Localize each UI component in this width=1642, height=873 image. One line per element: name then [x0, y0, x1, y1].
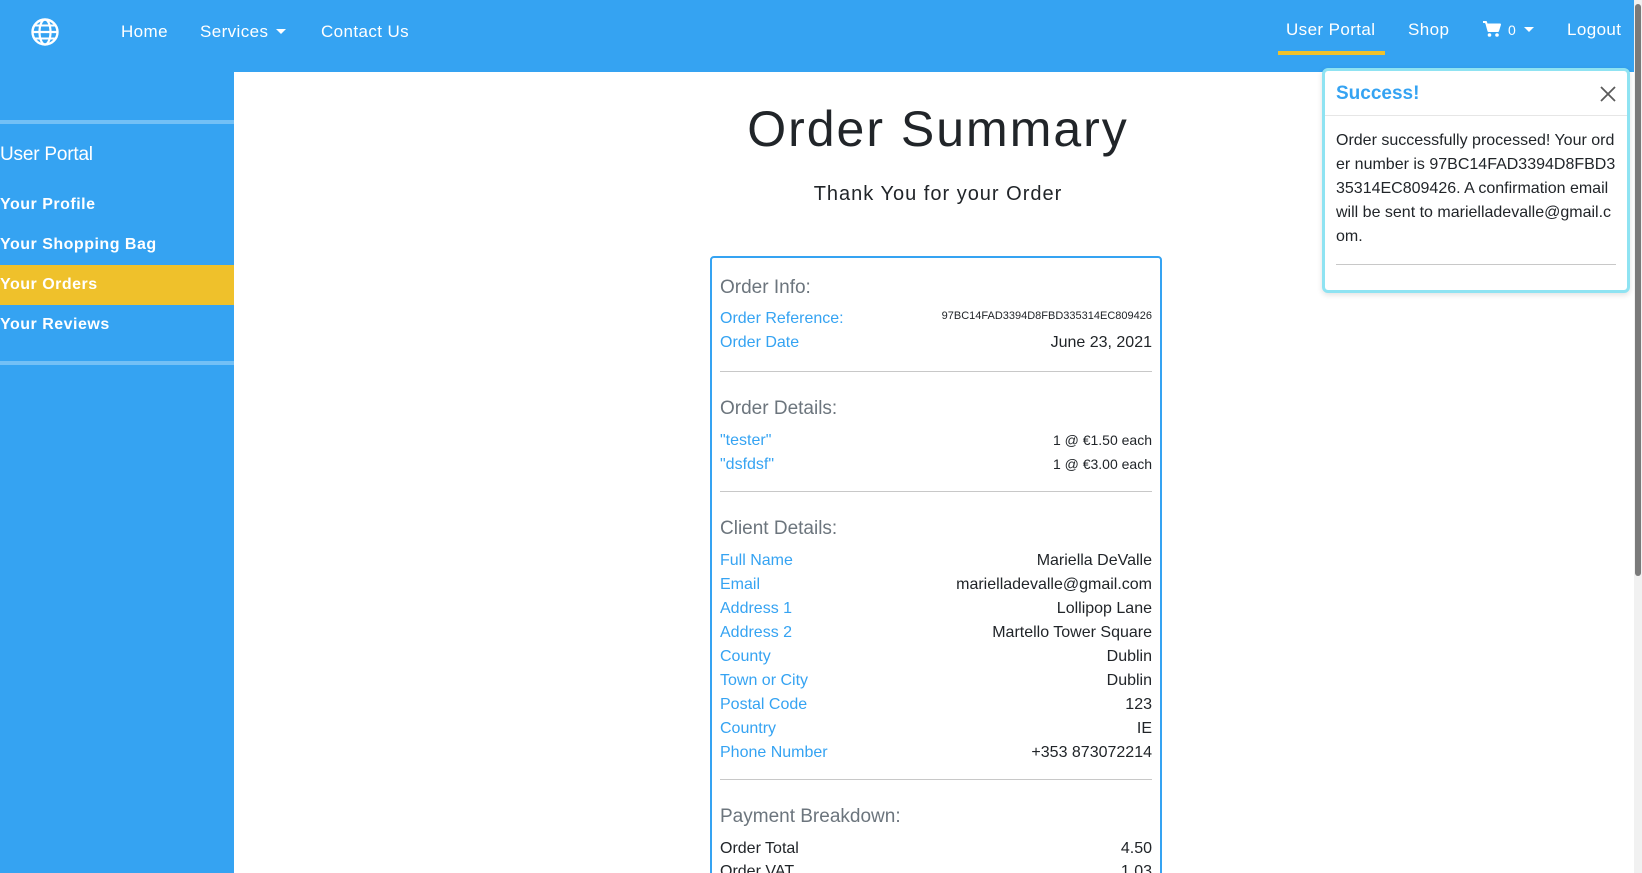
- nav-services-dropdown[interactable]: Services: [200, 22, 287, 42]
- client-postal-code-value: 123: [1125, 696, 1152, 713]
- nav-home-link[interactable]: Home: [121, 22, 168, 42]
- page-scrollbar[interactable]: [1634, 0, 1642, 873]
- toast-divider: [1336, 264, 1616, 265]
- client-details-heading: Client Details:: [720, 518, 838, 539]
- sidebar-divider: [0, 361, 234, 365]
- client-town-value: Dublin: [1106, 672, 1152, 689]
- cart-icon: [1483, 21, 1501, 37]
- top-navbar: Home Services Contact Us User Portal Sho…: [0, 0, 1642, 72]
- sidebar-item-orders[interactable]: Your Orders: [0, 265, 234, 305]
- close-icon[interactable]: [1597, 83, 1619, 105]
- sidebar-item-shopping-bag[interactable]: Your Shopping Bag: [0, 225, 234, 265]
- client-postal-code-label: Postal Code: [720, 696, 808, 713]
- sidebar-title: User Portal: [0, 144, 93, 165]
- payment-breakdown-heading: Payment Breakdown:: [720, 806, 901, 827]
- order-reference-value: 97BC14FAD3394D8FBD335314EC809426: [941, 310, 1152, 322]
- client-county-value: Dublin: [1106, 648, 1152, 665]
- nav-active-indicator: [1278, 51, 1385, 55]
- sidebar-divider: [0, 120, 234, 124]
- chevron-down-icon: [276, 29, 287, 34]
- client-country-label: Country: [720, 720, 777, 737]
- order-item-name[interactable]: "tester": [720, 432, 771, 450]
- order-vat-label: Order VAT: [720, 863, 795, 873]
- order-item-quantity: 1 @ €3.00 each: [1052, 456, 1152, 472]
- nav-services-label: Services: [200, 22, 269, 41]
- globe-icon[interactable]: [30, 17, 60, 47]
- nav-shop-link[interactable]: Shop: [1408, 20, 1449, 40]
- client-phone-label: Phone Number: [720, 744, 828, 761]
- client-town-label: Town or City: [720, 672, 809, 689]
- client-county-label: County: [720, 648, 771, 665]
- client-full-name-label: Full Name: [720, 552, 793, 569]
- nav-cart-dropdown[interactable]: 0: [1482, 20, 1535, 40]
- nav-user-portal-link[interactable]: User Portal: [1286, 20, 1375, 40]
- sidebar-item-profile[interactable]: Your Profile: [0, 185, 234, 225]
- client-address1-label: Address 1: [720, 600, 793, 617]
- order-total-label: Order Total: [720, 840, 799, 857]
- client-address1-value: Lollipop Lane: [1056, 600, 1152, 617]
- sidebar-item-reviews[interactable]: Your Reviews: [0, 305, 234, 345]
- nav-contact-link[interactable]: Contact Us: [321, 22, 409, 42]
- order-date-value: June 23, 2021: [1050, 334, 1152, 351]
- client-email-label: Email: [720, 576, 761, 593]
- card-divider: [720, 779, 1152, 780]
- order-summary-card: Order Info: Order Reference: 97BC14FAD33…: [710, 256, 1162, 873]
- order-vat-value: 1.03: [1120, 863, 1152, 873]
- toast-message: Order successfully processed! Your order…: [1336, 132, 1616, 245]
- card-divider: [720, 371, 1152, 372]
- order-reference-label: Order Reference:: [720, 310, 844, 327]
- order-date-label: Order Date: [720, 334, 800, 351]
- cart-count-badge: 0: [1508, 22, 1517, 38]
- order-item-name[interactable]: "dsfdsf": [720, 456, 774, 474]
- user-portal-sidebar: User Portal Your Profile Your Shopping B…: [0, 72, 234, 873]
- scrollbar-thumb[interactable]: [1635, 4, 1641, 576]
- order-info-heading: Order Info:: [720, 277, 811, 298]
- order-details-heading: Order Details:: [720, 398, 838, 419]
- toast-title: Success!: [1336, 83, 1420, 104]
- toast-header-divider: [1325, 115, 1627, 116]
- order-total-value: 4.50: [1120, 840, 1152, 857]
- card-divider: [720, 491, 1152, 492]
- chevron-down-icon: [1524, 27, 1535, 32]
- client-phone-value: +353 873072214: [1031, 744, 1152, 761]
- client-email-value: marielladevalle@gmail.com: [956, 576, 1152, 593]
- client-full-name-value: Mariella DeValle: [1036, 552, 1152, 569]
- client-address2-value: Martello Tower Square: [992, 624, 1152, 641]
- client-country-value: IE: [1136, 720, 1152, 737]
- success-toast: Success! Order successfully processed! Y…: [1322, 68, 1630, 293]
- order-item-quantity: 1 @ €1.50 each: [1052, 432, 1152, 448]
- nav-logout-link[interactable]: Logout: [1567, 20, 1621, 40]
- client-address2-label: Address 2: [720, 624, 793, 641]
